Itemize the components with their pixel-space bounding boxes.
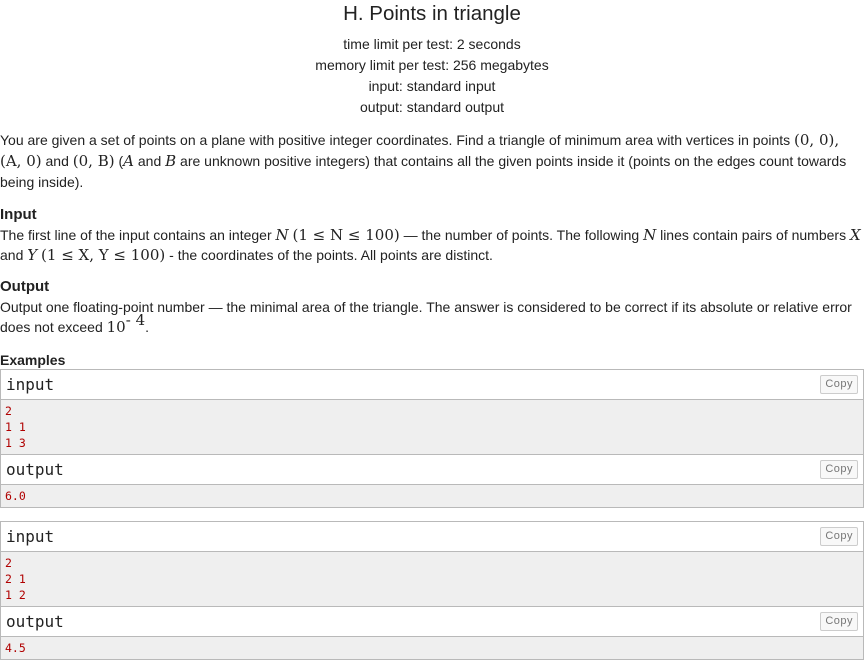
output-specification: Output Output one floating-point number … [0,277,864,337]
sample-input: 2 2 1 1 2 [1,552,863,606]
examples-title: Examples [0,352,66,368]
input-text: - the coordinates of the points. All poi… [165,247,493,263]
sample-output-header: output Copy [1,606,863,637]
input-text: lines contain pairs of numbers [656,227,850,243]
sample-output-header: output Copy [1,454,863,485]
sample-input-header: input Copy [1,370,863,400]
input-text: and [0,247,28,263]
statement-text: and [41,153,73,169]
sample-test: input Copy 2 2 1 1 2 output Copy 4.5 [0,521,864,660]
problem-title: H. Points in triangle [343,2,521,25]
math-x: X [849,226,861,244]
math-origin: (0, 0), [794,131,840,149]
input-text: The first line of the input contains an … [0,227,276,243]
sample-input-header: input Copy [1,522,863,552]
output-section-body: Output one floating-point number — the m… [0,297,864,337]
math-n-range: (1 ≤ N ≤ 100) [292,226,400,244]
copy-output-button[interactable]: Copy [820,612,858,631]
math-exponent: - 4 [125,311,146,330]
problem-header: H. Points in triangle time limit per tes… [0,0,864,118]
input-label: input [6,527,55,546]
output-file: output: standard output [360,99,504,115]
math-ten: 10 [106,318,126,336]
statement-paragraph: You are given a set of points on a plane… [0,130,864,193]
math-b: B [165,152,177,170]
math-0b: (0, B) [72,152,115,170]
copy-input-button[interactable]: Copy [820,527,858,546]
problem-statement: You are given a set of points on a plane… [0,130,864,193]
output-label: output [6,612,64,631]
math-xy-range: (1 ≤ X, Y ≤ 100) [41,246,166,264]
statement-text: ( [114,153,124,169]
memory-limit: memory limit per test: 256 megabytes [315,57,549,73]
output-label: output [6,460,64,479]
time-limit: time limit per test: 2 seconds [343,36,521,52]
sample-test: input Copy 2 1 1 1 3 output Copy 6.0 [0,369,864,508]
sample-input: 2 1 1 1 3 [1,400,863,454]
sample-output: 4.5 [1,637,863,659]
sample-tests: input Copy 2 1 1 1 3 output Copy 6.0 inp… [0,369,864,660]
sample-output: 6.0 [1,485,863,507]
output-section-title: Output [0,278,50,295]
input-text: — the number of points. The following [399,227,644,243]
output-text: . [145,319,150,335]
input-specification: Input The first line of the input contai… [0,205,864,265]
input-section-title: Input [0,206,37,223]
math-n2: N [643,226,657,244]
statement-text: and [133,153,166,169]
math-a0: (A, 0) [0,152,42,170]
math-a: A [123,152,134,170]
copy-output-button[interactable]: Copy [820,460,858,479]
input-file: input: standard input [368,78,496,94]
input-label: input [6,375,55,394]
copy-input-button[interactable]: Copy [820,375,858,394]
input-section-body: The first line of the input contains an … [0,225,864,265]
math-n: N [275,226,289,244]
statement-text: You are given a set of points on a plane… [0,132,795,148]
math-y: Y [27,246,38,264]
